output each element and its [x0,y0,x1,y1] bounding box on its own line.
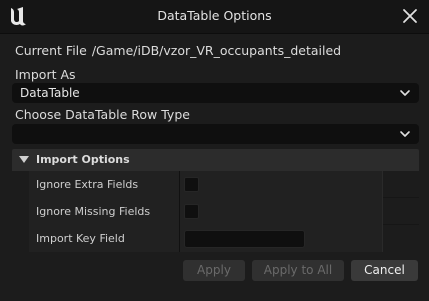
current-file-line: Current File/Game/iDB/vzor_VR_occupants_… [15,43,341,58]
import-as-dropdown[interactable]: DataTable [12,83,419,103]
row-type-dropdown[interactable] [12,124,419,144]
import-as-value: DataTable [20,86,80,100]
import-as-label: Import As [15,67,76,82]
cancel-button[interactable]: Cancel [351,260,418,281]
option-row-ignore-extra-fields: Ignore Extra Fields [12,171,419,198]
apply-to-all-button[interactable]: Apply to All [252,260,344,281]
dialog-content: Current File/Game/iDB/vzor_VR_occupants_… [0,34,429,301]
ignore-missing-fields-checkbox[interactable] [184,204,199,219]
option-row-import-key-field: Import Key Field [12,225,419,252]
import-options-panel: Ignore Extra Fields Ignore Missing Field… [12,171,419,255]
import-key-field-label: Import Key Field [36,232,125,245]
title-bar[interactable]: DataTable Options [0,0,429,34]
ignore-extra-fields-checkbox[interactable] [184,177,199,192]
apply-button[interactable]: Apply [183,260,245,281]
collapse-triangle-icon [19,156,29,163]
import-options-header[interactable]: Import Options [12,149,419,171]
dialog-title: DataTable Options [157,8,272,23]
current-file-label: Current File [15,43,87,58]
chevron-down-icon [400,90,410,96]
ignore-missing-fields-label: Ignore Missing Fields [36,205,151,218]
option-row-ignore-missing-fields: Ignore Missing Fields [12,198,419,225]
datatable-options-dialog: DataTable Options Current File/Game/iDB/… [0,0,429,301]
row-type-label: Choose DataTable Row Type [15,107,190,122]
close-icon[interactable] [401,7,419,25]
import-key-field-input[interactable] [184,230,305,248]
import-options-title: Import Options [36,153,130,166]
current-file-path: /Game/iDB/vzor_VR_occupants_detailed [91,43,342,58]
ignore-extra-fields-label: Ignore Extra Fields [36,178,139,191]
chevron-down-icon [400,131,410,137]
